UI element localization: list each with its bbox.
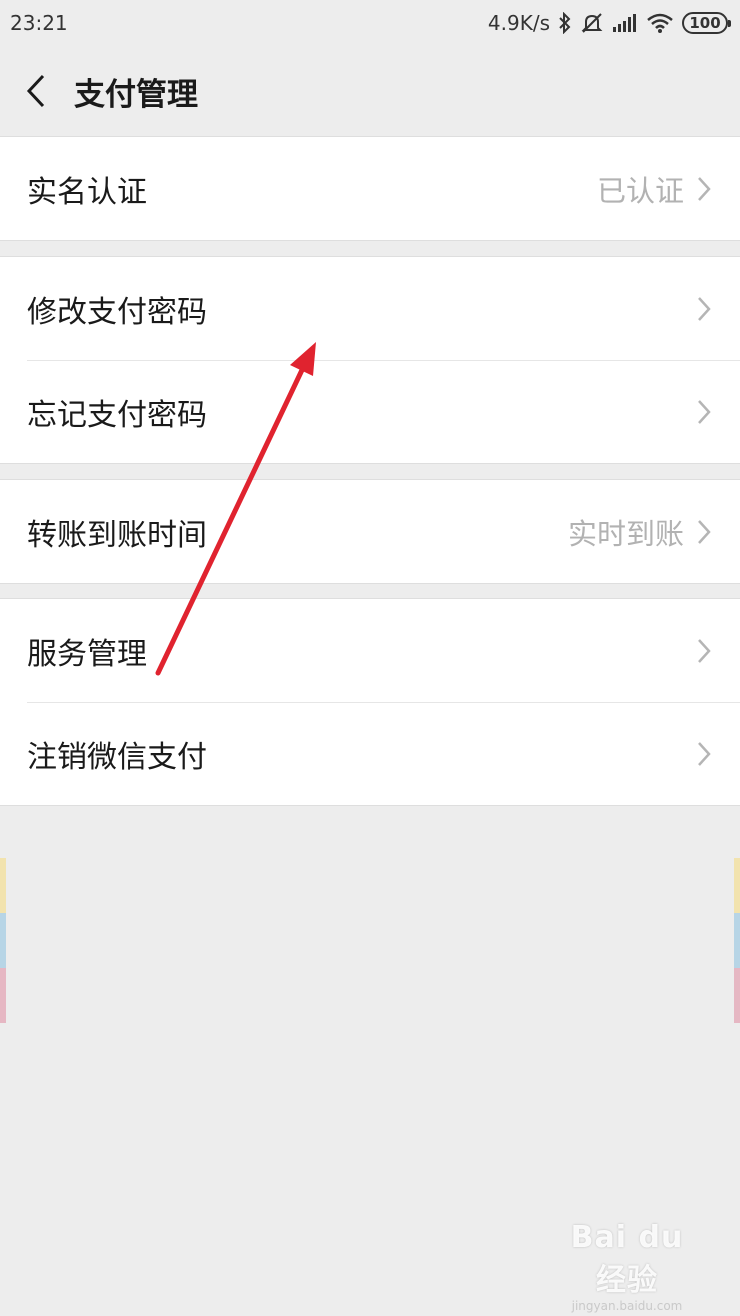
watermark-sub: jingyan.baidu.com — [571, 1299, 683, 1313]
edge-stripe-blue — [734, 913, 740, 968]
row-forgot-pay-password[interactable]: 忘记支付密码 — [0, 360, 740, 463]
row-real-name-verification[interactable]: 实名认证 已认证 — [0, 137, 740, 240]
status-icons: 4.9K/s 100 — [487, 11, 731, 35]
edge-stripe-pink — [0, 968, 6, 1023]
status-bar: 23:21 4.9K/s 100 — [0, 0, 740, 46]
row-change-pay-password[interactable]: 修改支付密码 — [0, 257, 740, 360]
chevron-right-icon — [696, 740, 712, 768]
group-service: 服务管理 注销微信支付 — [0, 598, 740, 806]
watermark-main: Bai du 经验 — [570, 1220, 684, 1298]
row-service-management[interactable]: 服务管理 — [0, 599, 740, 702]
mute-icon — [580, 11, 604, 35]
battery-icon: 100 — [682, 12, 731, 34]
row-label: 修改支付密码 — [27, 294, 207, 330]
row-label: 忘记支付密码 — [27, 397, 207, 433]
row-deregister-wechat-pay[interactable]: 注销微信支付 — [0, 702, 740, 805]
group-verification: 实名认证 已认证 — [0, 136, 740, 241]
edge-stripe-yellow — [0, 858, 6, 913]
chevron-right-icon — [696, 518, 712, 546]
page-title: 支付管理 — [74, 76, 198, 113]
group-transfer: 转账到账时间 实时到账 — [0, 479, 740, 584]
chevron-left-icon — [26, 74, 45, 108]
status-time: 23:21 — [10, 11, 68, 35]
row-label: 注销微信支付 — [27, 739, 207, 775]
edge-stripe-yellow — [734, 858, 740, 913]
network-speed: 4.9K/s — [487, 11, 550, 35]
title-bar: 支付管理 — [0, 46, 740, 136]
row-label: 实名认证 — [27, 174, 147, 210]
chevron-right-icon — [696, 295, 712, 323]
bluetooth-icon — [558, 11, 572, 35]
chevron-right-icon — [696, 398, 712, 426]
baidu-jingyan-watermark: Bai du 经验 jingyan.baidu.com — [552, 1220, 702, 1313]
edge-stripe-blue — [0, 913, 6, 968]
row-label: 服务管理 — [27, 636, 147, 672]
chevron-right-icon — [696, 175, 712, 203]
row-transfer-arrival-time[interactable]: 转账到账时间 实时到账 — [0, 480, 740, 583]
signal-icon — [612, 11, 638, 35]
row-value: 实时到账 — [567, 516, 684, 551]
wifi-icon — [646, 11, 674, 35]
group-password: 修改支付密码 忘记支付密码 — [0, 256, 740, 464]
edge-stripe-pink — [734, 968, 740, 1023]
chevron-right-icon — [696, 637, 712, 665]
row-value: 已认证 — [596, 173, 684, 208]
payment-management-screen: 23:21 4.9K/s 100 支付管理 实名认证 已认证 修改支付密码 忘记… — [0, 0, 740, 1316]
back-button[interactable] — [6, 46, 66, 136]
row-label: 转账到账时间 — [27, 517, 207, 553]
